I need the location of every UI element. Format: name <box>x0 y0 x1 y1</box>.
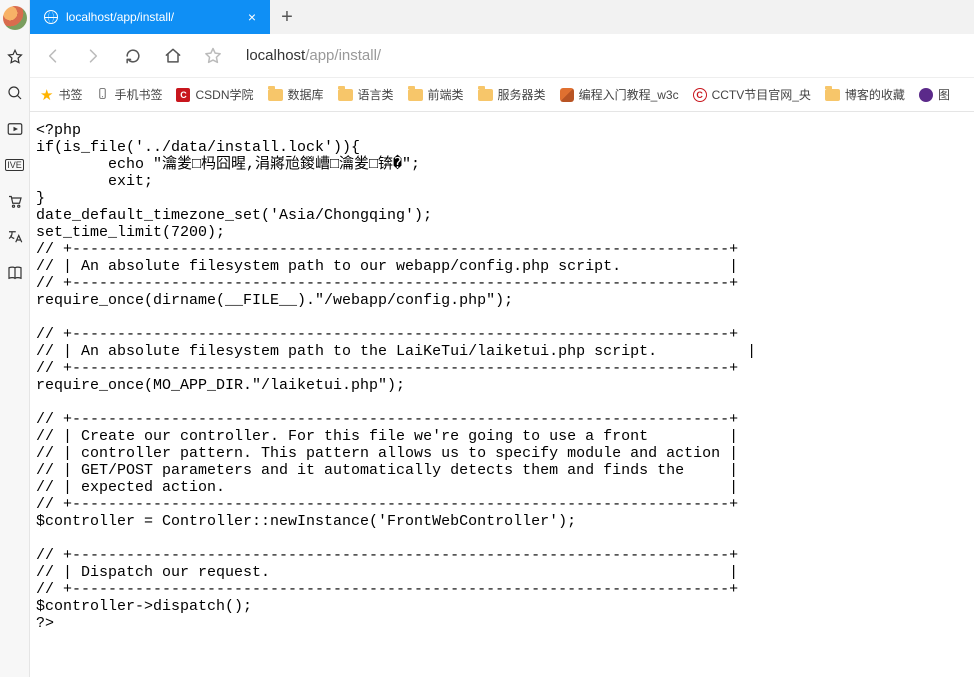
active-tab[interactable]: localhost/app/install/ × <box>30 0 270 34</box>
search-icon[interactable] <box>6 84 24 102</box>
browser-side-rail: IVE <box>0 0 30 677</box>
bookmark-folder-frontend[interactable]: 前端类 <box>408 86 464 103</box>
reload-button[interactable] <box>122 45 144 67</box>
new-tab-button[interactable]: + <box>270 0 304 34</box>
globe-icon <box>44 10 58 24</box>
book-icon[interactable] <box>6 264 24 282</box>
bookmark-cctv[interactable]: CCCTV节目官网_央 <box>693 86 811 103</box>
bookmark-star-icon[interactable] <box>202 45 224 67</box>
tab-close-icon[interactable]: × <box>248 9 256 25</box>
tab-title: localhost/app/install/ <box>66 10 240 24</box>
nav-toolbar: localhost/app/install/ <box>30 34 974 78</box>
folder-icon <box>268 89 283 101</box>
phone-icon <box>96 87 109 103</box>
home-button[interactable] <box>162 45 184 67</box>
bookmark-folder-db[interactable]: 数据库 <box>268 86 324 103</box>
bookmark-csdn[interactable]: CCSDN学院 <box>176 86 253 103</box>
folder-icon <box>478 89 493 101</box>
bookmark-w3c[interactable]: 编程入门教程_w3c <box>560 86 679 103</box>
folder-icon <box>408 89 423 101</box>
w3-icon <box>560 88 574 102</box>
url-text: localhost/app/install/ <box>246 47 381 64</box>
bookmark-root[interactable]: ★书签 <box>40 86 82 104</box>
bookmark-folder-lang[interactable]: 语言类 <box>338 86 394 103</box>
bookmark-folder-blog[interactable]: 博客的收藏 <box>825 86 905 103</box>
bookmark-purple[interactable]: 图 <box>919 86 950 103</box>
play-box-icon[interactable] <box>6 120 24 138</box>
ball-icon <box>919 88 933 102</box>
folder-icon <box>338 89 353 101</box>
profile-avatar[interactable] <box>3 6 27 30</box>
back-button[interactable] <box>42 45 64 67</box>
page-content: <?php if(is_file('../data/install.lock')… <box>30 112 974 677</box>
translate-icon[interactable] <box>6 228 24 246</box>
php-source-code: <?php if(is_file('../data/install.lock')… <box>36 122 968 632</box>
cart-icon[interactable] <box>6 192 24 210</box>
forward-button[interactable] <box>82 45 104 67</box>
live-badge-icon[interactable]: IVE <box>6 156 24 174</box>
csdn-icon: C <box>176 88 190 102</box>
bookmark-mobile[interactable]: 手机书签 <box>96 86 162 103</box>
tab-strip: localhost/app/install/ × + <box>30 0 974 34</box>
cctv-icon: C <box>693 88 707 102</box>
star-icon: ★ <box>40 86 53 104</box>
bookmarks-bar: ★书签 手机书签 CCSDN学院 数据库 语言类 前端类 服务器类 编程入门教程… <box>30 78 974 112</box>
address-bar[interactable]: localhost/app/install/ <box>242 47 962 64</box>
folder-icon <box>825 89 840 101</box>
star-outline-icon[interactable] <box>6 48 24 66</box>
bookmark-folder-server[interactable]: 服务器类 <box>478 86 546 103</box>
